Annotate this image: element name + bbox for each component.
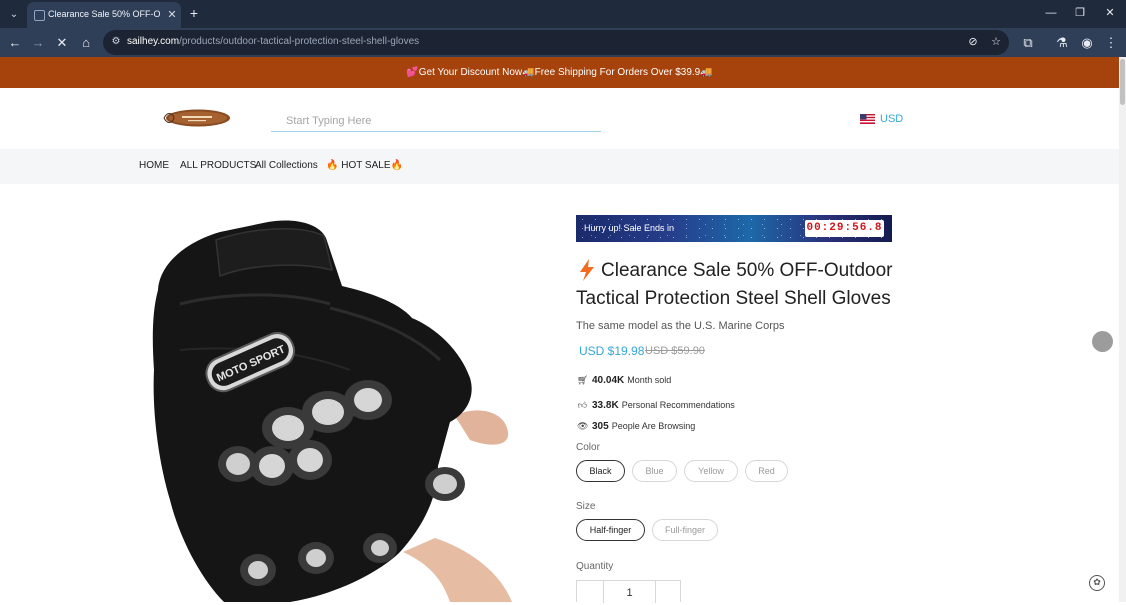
size-option-full-finger[interactable]: Full-finger bbox=[652, 519, 718, 541]
quantity-decrease-button[interactable] bbox=[577, 581, 604, 603]
stop-loading-icon[interactable]: ✕ bbox=[52, 33, 72, 53]
stat-label: Month sold bbox=[627, 375, 672, 385]
quantity-increase-button[interactable] bbox=[655, 581, 682, 603]
stat-browsing: 👁︎ 305 People Are Browsing bbox=[577, 419, 695, 433]
size-option-half-finger[interactable]: Half-finger bbox=[576, 519, 645, 541]
site-info-icon[interactable]: ⚙ bbox=[109, 35, 123, 49]
tab-close-icon[interactable]: ✕ bbox=[165, 7, 179, 23]
new-tab-plus-icon[interactable]: + bbox=[185, 4, 203, 22]
product-title: Clearance Sale 50% OFF-Outdoor Tactical … bbox=[576, 260, 893, 309]
stat-number: 40.04K bbox=[592, 374, 625, 386]
browser-toolbar: ← → ✕ ⌂ ⚙ sailhey.com/products/outdoor-t… bbox=[0, 28, 1126, 57]
floating-chat-button[interactable] bbox=[1092, 331, 1113, 352]
thumbs-up-icon: 👍︎ bbox=[577, 399, 588, 410]
url-path: /products/outdoor-tactical-protection-st… bbox=[179, 36, 420, 47]
stat-number: 305 bbox=[592, 420, 609, 432]
currency-label: USD bbox=[880, 113, 904, 125]
labs-flask-icon[interactable]: ⚗ bbox=[1052, 33, 1072, 53]
restore-window-icon[interactable]: ❐ bbox=[1068, 4, 1092, 22]
browser-menu-icon[interactable]: ⋮ bbox=[1101, 33, 1121, 53]
quantity-label: Quantity bbox=[576, 561, 614, 572]
close-window-icon[interactable]: ✕ bbox=[1098, 4, 1122, 22]
cart-icon: 🛒︎ bbox=[577, 374, 589, 385]
currency-selector[interactable]: USD bbox=[860, 111, 903, 127]
main-navigation: HOME ALL PRODUCTS All Collections 🔥 HOT … bbox=[0, 149, 1119, 184]
scrollbar-thumb[interactable] bbox=[1120, 59, 1125, 105]
promo-bar: 💕Get Your Discount Now🚚Free Shipping For… bbox=[0, 57, 1119, 88]
sale-banner-text: Hurry up! Sale Ends in bbox=[584, 223, 675, 233]
color-label: Color bbox=[576, 442, 600, 453]
color-option-yellow[interactable]: Yellow bbox=[684, 460, 738, 482]
stat-recommendations: 👍︎ 33.8K Personal Recommendations bbox=[577, 398, 735, 412]
bookmark-star-icon[interactable]: ☆ bbox=[988, 34, 1004, 50]
minimize-window-icon[interactable]: — bbox=[1039, 4, 1063, 22]
stat-label: Personal Recommendations bbox=[621, 400, 735, 410]
size-label: Size bbox=[576, 501, 596, 512]
nav-item-home[interactable]: HOME bbox=[139, 160, 169, 171]
profile-avatar-icon[interactable]: ◉ bbox=[1077, 33, 1097, 53]
stat-number: 33.8K bbox=[592, 399, 619, 411]
color-option-red[interactable]: Red bbox=[745, 460, 788, 482]
stat-label: People Are Browsing bbox=[611, 421, 696, 431]
search-input[interactable] bbox=[271, 110, 601, 132]
store-logo[interactable] bbox=[162, 109, 231, 127]
nav-item-hot-sale[interactable]: 🔥 HOT SALE🔥 bbox=[326, 160, 403, 171]
color-option-black[interactable]: Black bbox=[576, 460, 625, 482]
browser-tab-active[interactable]: Clearance Sale 50% OFF-Outdoor ✕ bbox=[27, 2, 181, 28]
quantity-stepper: 1 bbox=[576, 580, 682, 603]
promo-text: 💕Get Your Discount Now🚚Free Shipping For… bbox=[406, 67, 713, 78]
sale-countdown-banner: Hurry up! Sale Ends in 00:29:56.8 bbox=[576, 215, 892, 242]
home-icon[interactable]: ⌂ bbox=[76, 33, 96, 53]
tab-title: Clearance Sale 50% OFF-Outdoor bbox=[48, 9, 160, 19]
eye-icon: 👁︎ bbox=[577, 420, 589, 431]
url-text[interactable]: sailhey.com/products/outdoor-tactical-pr… bbox=[127, 36, 419, 47]
browser-tab-strip: ⌄ Clearance Sale 50% OFF-Outdoor ✕ + — ❐… bbox=[0, 0, 1126, 28]
site-header: USD bbox=[0, 88, 1119, 149]
extensions-puzzle-icon[interactable]: ⧉ bbox=[1018, 33, 1038, 53]
eye-slash-icon[interactable]: ⊘ bbox=[965, 34, 981, 50]
stat-month-sold: 🛒︎ 40.04K Month sold bbox=[577, 373, 671, 387]
current-price: USD $19.98 bbox=[579, 344, 645, 358]
original-price: USD $59.90 bbox=[645, 345, 705, 357]
us-flag-icon bbox=[860, 114, 875, 124]
product-image[interactable]: MOTO SPORT bbox=[120, 200, 540, 602]
color-option-blue[interactable]: Blue bbox=[632, 460, 677, 482]
tab-favicon-icon bbox=[34, 10, 45, 21]
forward-arrow-icon[interactable]: → bbox=[28, 33, 48, 53]
tab-search-chevron-icon[interactable]: ⌄ bbox=[5, 5, 23, 23]
nav-item-all-products[interactable]: ALL PRODUCTS bbox=[180, 160, 256, 171]
url-host: sailhey.com bbox=[127, 36, 180, 47]
quantity-input[interactable]: 1 bbox=[604, 581, 655, 603]
address-bar[interactable]: ⚙ sailhey.com/products/outdoor-tactical-… bbox=[103, 30, 1009, 55]
nav-item-all-collections[interactable]: All Collections bbox=[255, 160, 318, 171]
back-arrow-icon[interactable]: ← bbox=[5, 33, 25, 53]
gift-icon[interactable]: ✿ bbox=[1089, 575, 1105, 591]
page-scrollbar[interactable] bbox=[1119, 57, 1126, 602]
countdown-timer: 00:29:56.8 bbox=[805, 220, 884, 237]
product-subtitle: The same model as the U.S. Marine Corps bbox=[576, 320, 785, 332]
